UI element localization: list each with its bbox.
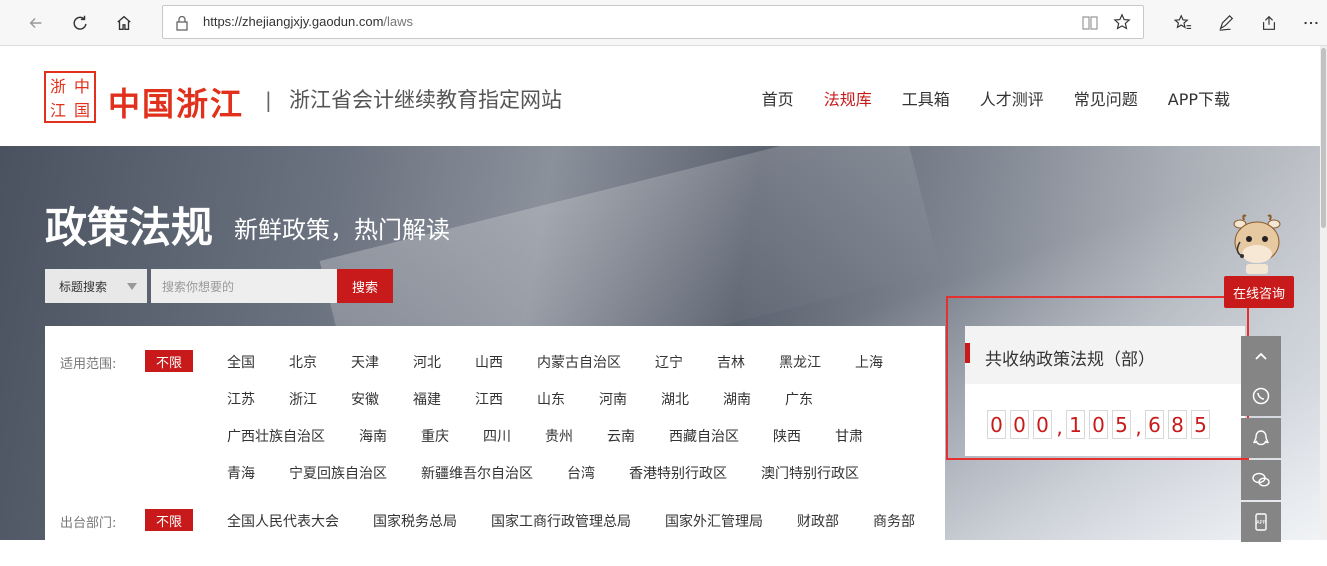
reading-view-icon[interactable] xyxy=(1081,14,1099,32)
scope-option[interactable]: 江苏 xyxy=(227,389,255,409)
scope-option[interactable]: 新疆维吾尔自治区 xyxy=(421,463,533,483)
scope-all-tag[interactable]: 不限 xyxy=(145,350,193,372)
phone-chat-icon[interactable] xyxy=(1241,376,1281,416)
nav-laws[interactable]: 法规库 xyxy=(824,86,872,110)
scope-option[interactable]: 天津 xyxy=(351,352,379,372)
cow-mascot-icon[interactable] xyxy=(1226,212,1288,276)
scope-option[interactable]: 浙江 xyxy=(289,389,317,409)
scope-option[interactable]: 澳门特别行政区 xyxy=(761,463,859,483)
scope-option[interactable]: 台湾 xyxy=(567,463,595,483)
nav-home[interactable]: 首页 xyxy=(762,86,794,110)
scope-option[interactable]: 西藏自治区 xyxy=(669,426,739,446)
scope-option[interactable]: 福建 xyxy=(413,389,441,409)
scope-option[interactable]: 河北 xyxy=(413,352,441,372)
scope-option[interactable]: 河南 xyxy=(599,389,627,409)
scope-label: 适用范围: xyxy=(60,357,117,372)
refresh-icon[interactable] xyxy=(66,9,94,37)
scope-option[interactable]: 吉林 xyxy=(717,352,745,372)
share-icon[interactable] xyxy=(1255,9,1283,37)
department-option[interactable]: 国家税务总局 xyxy=(373,511,457,531)
scope-option[interactable]: 香港特别行政区 xyxy=(629,463,727,483)
scope-option[interactable]: 安徽 xyxy=(351,389,379,409)
page-title: 政策法规 xyxy=(45,203,214,252)
scrollbar-thumb[interactable] xyxy=(1321,48,1326,228)
page-subtitle: 新鲜政策，热门解读 xyxy=(234,216,450,244)
scope-option[interactable]: 甘肃 xyxy=(835,426,863,446)
scope-option[interactable]: 四川 xyxy=(483,426,511,446)
scope-option[interactable]: 江西 xyxy=(475,389,503,409)
wechat-icon[interactable] xyxy=(1241,460,1281,500)
page-scrollbar[interactable] xyxy=(1320,46,1327,540)
scope-option[interactable]: 重庆 xyxy=(421,426,449,446)
nav-tools[interactable]: 工具箱 xyxy=(902,86,950,110)
scope-option[interactable]: 湖南 xyxy=(723,389,751,409)
scope-option[interactable]: 广西壮族自治区 xyxy=(227,426,325,446)
department-option[interactable]: 商务部 xyxy=(873,511,915,531)
site-subtitle: 浙江省会计继续教育指定网站 xyxy=(289,88,562,112)
scope-option[interactable]: 贵州 xyxy=(545,426,573,446)
department-label: 出台部门: xyxy=(60,516,117,531)
scope-option[interactable]: 北京 xyxy=(289,352,317,372)
browser-toolbar: https://zhejiangjxjy.gaodun.com/laws xyxy=(0,0,1327,46)
search-input[interactable]: 搜索你想要的 xyxy=(151,269,337,303)
scope-option[interactable]: 陕西 xyxy=(773,426,801,446)
nav-app-download[interactable]: APP下载 xyxy=(1168,86,1230,110)
search-button[interactable]: 搜索 xyxy=(337,269,393,303)
search-bar: 标题搜索 搜索你想要的 搜索 xyxy=(45,269,393,303)
annotation-highlight-box xyxy=(946,296,1249,460)
scope-option[interactable]: 山西 xyxy=(475,352,503,372)
filter-panel: 适用范围: 不限 全国 北京 天津 河北 山西 内蒙古自治区 辽宁 吉林 黑龙江… xyxy=(45,326,945,566)
scope-option[interactable]: 广东 xyxy=(785,389,813,409)
scope-option[interactable]: 内蒙古自治区 xyxy=(537,352,621,372)
url-text: https://zhejiangjxjy.gaodun.com/laws xyxy=(203,14,414,29)
site-header: 浙 中 江 国 中国浙江 | 浙江省会计继续教育指定网站 首页 法规库 工具箱 … xyxy=(0,46,1327,146)
scope-option[interactable]: 云南 xyxy=(607,426,635,446)
site-logo[interactable]: 浙 中 江 国 xyxy=(44,71,96,123)
main-nav: 首页 法规库 工具箱 人才测评 常见问题 APP下载 xyxy=(732,86,1230,110)
scope-option[interactable]: 黑龙江 xyxy=(779,352,821,372)
logo-text[interactable]: 中国浙江 xyxy=(108,79,244,125)
favorite-star-icon[interactable] xyxy=(1113,13,1131,31)
scope-option[interactable]: 山东 xyxy=(537,389,565,409)
department-all-tag[interactable]: 不限 xyxy=(145,509,193,531)
department-option[interactable]: 国家工商行政管理总局 xyxy=(491,511,631,531)
scope-option[interactable]: 湖北 xyxy=(661,389,689,409)
app-download-icon[interactable]: APP xyxy=(1241,502,1281,542)
department-option[interactable]: 财政部 xyxy=(797,511,839,531)
nav-talent-test[interactable]: 人才测评 xyxy=(980,86,1044,110)
scope-option[interactable]: 辽宁 xyxy=(655,352,683,372)
scope-option[interactable]: 海南 xyxy=(359,426,387,446)
scope-option[interactable]: 宁夏回族自治区 xyxy=(289,463,387,483)
online-consult-button[interactable]: 在线咨询 xyxy=(1224,276,1294,308)
back-to-top-icon[interactable] xyxy=(1241,336,1281,376)
more-menu-icon[interactable] xyxy=(1297,9,1325,37)
back-arrow-icon[interactable] xyxy=(22,9,50,37)
dropdown-caret-icon xyxy=(127,283,137,290)
department-option[interactable]: 全国人民代表大会 xyxy=(227,511,339,531)
home-icon[interactable] xyxy=(110,9,138,37)
header-divider: | xyxy=(265,88,272,112)
address-bar[interactable]: https://zhejiangjxjy.gaodun.com/laws xyxy=(162,5,1144,39)
department-option[interactable]: 国家外汇管理局 xyxy=(665,511,763,531)
svg-text:APP: APP xyxy=(1256,520,1265,526)
pen-notes-icon[interactable] xyxy=(1212,9,1240,37)
nav-faq[interactable]: 常见问题 xyxy=(1074,86,1138,110)
scope-option[interactable]: 青海 xyxy=(227,463,255,483)
qq-icon[interactable] xyxy=(1241,418,1281,458)
scope-option[interactable]: 全国 xyxy=(227,352,255,372)
favorites-icon[interactable] xyxy=(1169,9,1197,37)
scope-option[interactable]: 上海 xyxy=(855,352,883,372)
search-type-select[interactable]: 标题搜索 xyxy=(45,269,147,303)
lock-icon xyxy=(176,15,188,31)
